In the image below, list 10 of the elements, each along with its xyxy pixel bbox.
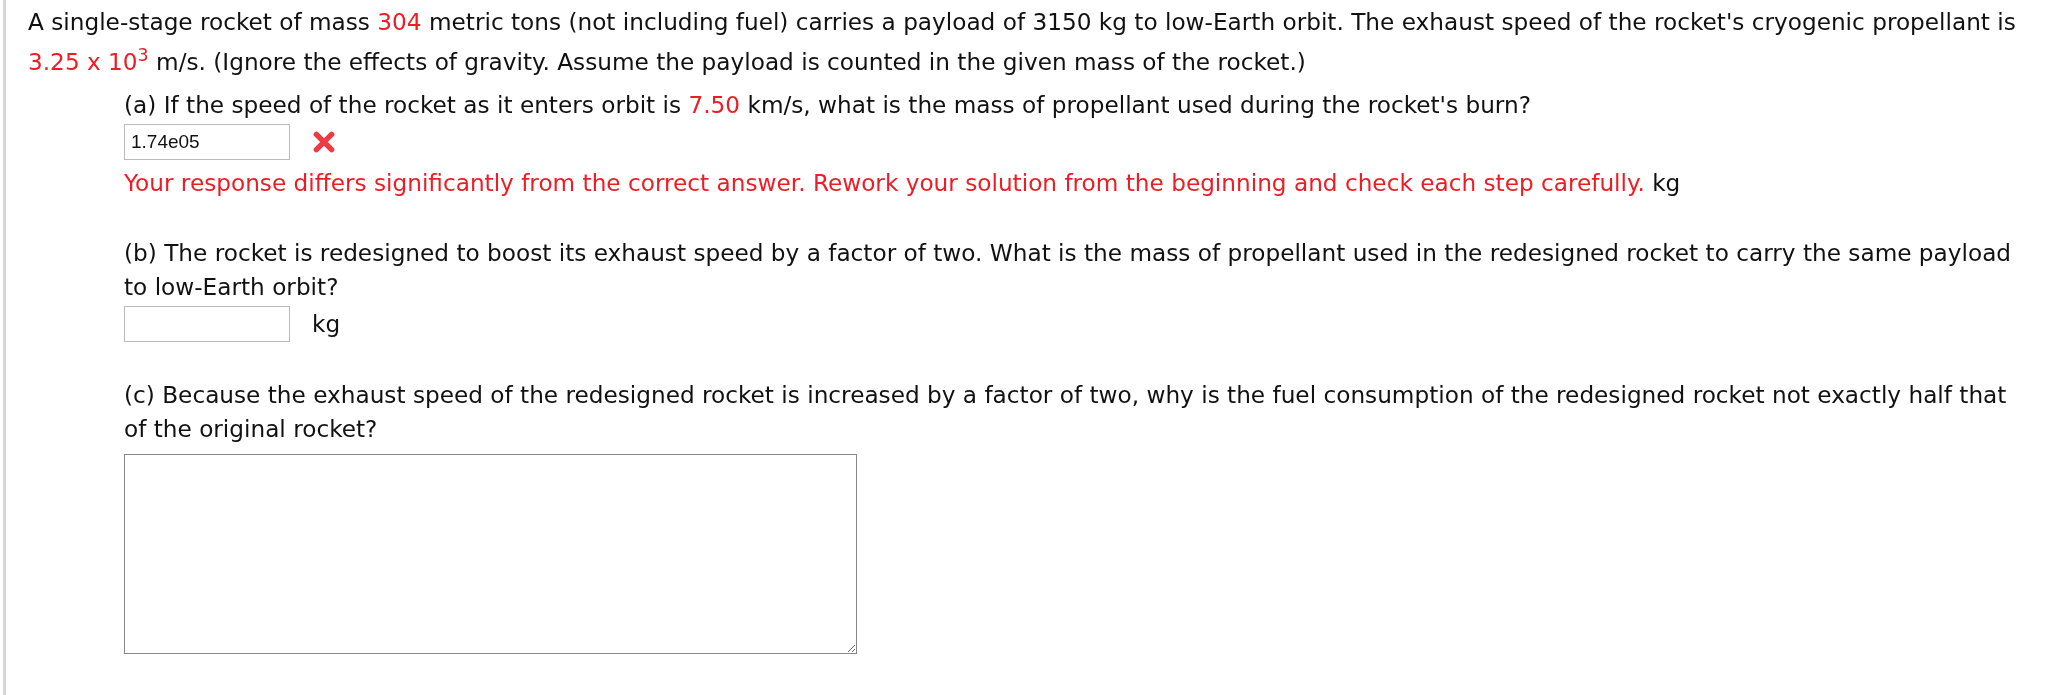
unit-label: kg <box>1652 169 1681 196</box>
question-text: (b) The rocket is redesigned to boost its exhaust speed by a factor of two. What is the mass of propellant used in the redesigned rocket to carry the same payload to low-Earth orbit? <box>124 238 2013 302</box>
answer-box[interactable] <box>124 454 857 654</box>
answer-field[interactable] <box>124 306 290 342</box>
problem-text: A single-stage rocket of mass 304 metric tons (not including fuel) carries a payload of 3150 kg to low-Earth orbit. The exhaust speed of the rocket's cryogenic propellant is 3.25 x 10$^{3}$ m/s. (Ignore the effects of gravity. Assume the payload is counted in the given mass of the rocket.) <box>28 7 2017 77</box>
answer-field[interactable]: 1.74e05 <box>124 124 290 160</box>
unit-label: kg <box>312 308 341 339</box>
feedback-message: Your response differs significantly from the correct answer. Rework your solution from the beginning and check each step carefully. <box>124 169 1645 196</box>
question-text: (a) If the speed of the rocket as it enters orbit is 7.50 km/s, what is the mass of propellant used during the rocket's burn? <box>124 90 1532 120</box>
question-text: (c) Because the exhaust speed of the redesigned rocket is increased by a factor of two, why is the fuel consumption of the redesigned rocket not exactly half that of the original rocket? <box>124 380 2008 444</box>
